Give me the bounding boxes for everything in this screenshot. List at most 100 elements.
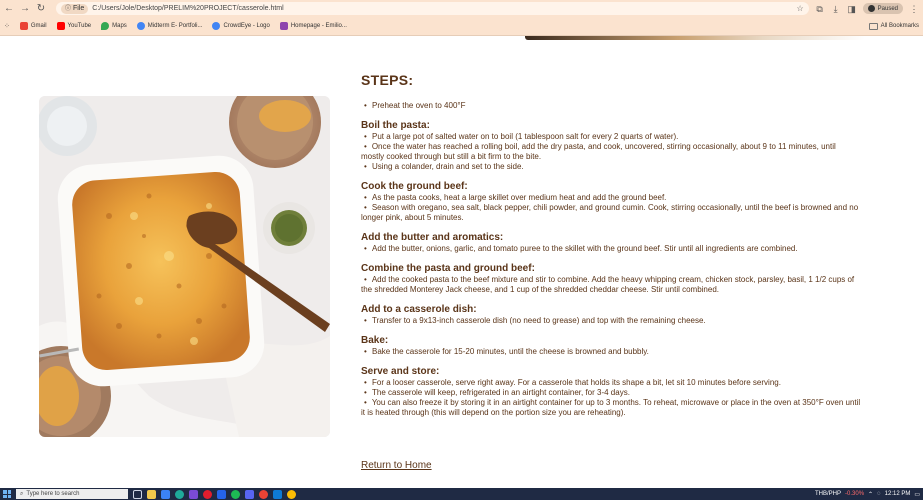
store-icon[interactable]: [161, 489, 170, 499]
list-item: Once the water has reached a rolling boi…: [361, 142, 861, 162]
bookmark-maps[interactable]: Maps: [101, 22, 127, 30]
bookmark-gmail[interactable]: Gmail: [19, 22, 47, 30]
chrome-icon[interactable]: [259, 489, 268, 499]
list-item-text: Season with oregano, sea salt, black pep…: [361, 203, 859, 222]
step-list: For a looser casserole, serve right away…: [361, 378, 861, 418]
clock[interactable]: 12:12 PM: [885, 491, 911, 497]
apps-grid-icon: ⁘: [4, 23, 10, 30]
chrome-icon[interactable]: [287, 489, 296, 499]
file-chip[interactable]: ⓘ File: [61, 3, 89, 14]
download-icon[interactable]: ⤓: [831, 4, 841, 14]
list-item: The casserole will keep, refrigerated in…: [361, 388, 861, 398]
chevron-up-icon[interactable]: ⌃: [868, 491, 873, 498]
avatar: [867, 5, 875, 12]
section-heading: Bake:: [361, 335, 389, 346]
bookmark-label: Midterm E- Portfoli...: [147, 23, 203, 29]
steps-section: STEPS: Preheat the oven to 400°F Boil th…: [361, 72, 861, 418]
network-icon[interactable]: ◌: [877, 491, 881, 497]
step-list: Transfer to a 9x13-inch casserole dish (…: [361, 316, 861, 326]
step-list: As the pasta cooks, heat a large skillet…: [361, 193, 861, 223]
section-heading: Serve and store:: [361, 366, 440, 377]
extensions-icon[interactable]: ⧉: [815, 4, 825, 14]
step-list: Bake the casserole for 15-20 minutes, un…: [361, 347, 861, 357]
bookmark-midterm[interactable]: Midterm E- Portfoli...: [136, 22, 203, 30]
section-heading: Boil the pasta:: [361, 120, 430, 131]
bookmarks-bar: ⁘ Gmail YouTube Maps Midterm E- Portfoli…: [0, 17, 923, 36]
return-home-link[interactable]: Return to Home: [361, 460, 432, 471]
taskbar-search-placeholder: Type here to search: [26, 491, 80, 497]
edge-icon[interactable]: [175, 489, 184, 499]
bookmark-apps[interactable]: ⁘: [4, 22, 10, 30]
visual-studio-icon[interactable]: [189, 489, 198, 499]
back-arrow-icon[interactable]: ←: [4, 3, 14, 15]
all-bookmarks-label: All Bookmarks: [880, 23, 919, 29]
list-item-text: Once the water has reached a rolling boi…: [361, 142, 836, 161]
star-icon[interactable]: ☆: [796, 4, 803, 13]
ticker-change: -0.30%: [845, 491, 865, 497]
list-item: Transfer to a 9x13-inch casserole dish (…: [361, 316, 861, 326]
list-item: Bake the casserole for 15-20 minutes, un…: [361, 347, 861, 357]
list-item: As the pasta cooks, heat a large skillet…: [361, 193, 861, 203]
bookmark-label: CrowdEye - Logo: [223, 23, 270, 29]
header-image-edge: [525, 36, 865, 40]
sidepanel-icon[interactable]: ◨: [847, 4, 857, 14]
step-list: Add the cooked pasta to the beef mixture…: [361, 275, 861, 295]
site-icon: [279, 22, 288, 30]
site-icon: [136, 22, 145, 30]
taskbar: ⌕ Type here to search THB/PHP -0.30% ⌃ ◌…: [0, 488, 923, 500]
section-heading: Combine the pasta and ground beef:: [361, 263, 535, 274]
intro-list: Preheat the oven to 400°F: [361, 101, 861, 111]
profile-label: Paused: [877, 5, 898, 12]
ticker-label: THB/PHP: [815, 491, 842, 497]
bookmark-homepage[interactable]: Homepage - Emilio...: [279, 22, 347, 30]
reload-icon[interactable]: ↻: [36, 3, 46, 15]
bookmark-youtube[interactable]: YouTube: [56, 22, 92, 30]
opera-icon[interactable]: [203, 489, 212, 499]
spotify-icon[interactable]: [231, 489, 240, 499]
youtube-icon: [56, 22, 65, 30]
list-item: Put a large pot of salted water on to bo…: [361, 132, 861, 142]
section-heading: Add to a casserole dish:: [361, 304, 477, 315]
list-item: Season with oregano, sea salt, black pep…: [361, 203, 861, 223]
page-content: STEPS: Preheat the oven to 400°F Boil th…: [0, 36, 923, 488]
step-list: Add the butter, onions, garlic, and toma…: [361, 244, 861, 254]
steps-title: STEPS:: [361, 72, 414, 88]
info-icon: ⓘ: [65, 5, 72, 12]
list-item: Add the butter, onions, garlic, and toma…: [361, 244, 861, 254]
forward-arrow-icon[interactable]: →: [20, 3, 30, 15]
url-text: C:/Users/Jole/Desktop/PRELIM%20PROJECT/c…: [92, 5, 284, 12]
file-explorer-icon[interactable]: [147, 489, 156, 499]
all-bookmarks[interactable]: All Bookmarks: [868, 22, 919, 30]
casserole-image: [39, 96, 330, 437]
address-bar[interactable]: ⓘ File C:/Users/Jole/Desktop/PRELIM%20PR…: [56, 2, 809, 15]
list-item-text: You can also freeze it by storing it in …: [361, 398, 861, 417]
vscode-icon[interactable]: [273, 489, 282, 499]
bookmark-label: Gmail: [30, 23, 47, 29]
section-heading: Add the butter and aromatics:: [361, 232, 504, 243]
maps-pin-icon: [101, 22, 110, 30]
search-icon: ⌕: [20, 490, 24, 497]
menu-icon[interactable]: ⋮: [909, 4, 919, 14]
windows-start-icon[interactable]: [3, 490, 11, 498]
mail-icon[interactable]: [217, 489, 226, 499]
list-item: Preheat the oven to 400°F: [361, 101, 861, 111]
taskbar-search[interactable]: ⌕ Type here to search: [16, 489, 128, 499]
bookmark-label: Homepage - Emilio...: [290, 23, 347, 29]
list-item: For a looser casserole, serve right away…: [361, 378, 861, 388]
notification-icon[interactable]: ▭: [914, 491, 920, 498]
folder-icon: [868, 22, 878, 30]
bookmark-label: Maps: [112, 23, 127, 29]
profile-button[interactable]: Paused: [862, 3, 903, 14]
bookmark-crowdeye[interactable]: CrowdEye - Logo: [212, 22, 270, 30]
list-item: You can also freeze it by storing it in …: [361, 398, 861, 418]
task-view-icon[interactable]: [133, 489, 142, 499]
gmail-icon: [19, 22, 28, 30]
list-item: Using a colander, drain and set to the s…: [361, 162, 861, 172]
list-item: Add the cooked pasta to the beef mixture…: [361, 275, 861, 295]
discord-icon[interactable]: [245, 489, 254, 499]
file-chip-label: File: [73, 4, 85, 12]
system-tray: THB/PHP -0.30% ⌃ ◌ 12:12 PM ▭: [815, 491, 920, 498]
bookmark-label: YouTube: [67, 23, 92, 29]
browser-toolbar: ← → ↻ ⓘ File C:/Users/Jole/Desktop/PRELI…: [0, 0, 923, 17]
list-item-text: Add the cooked pasta to the beef mixture…: [361, 275, 855, 294]
